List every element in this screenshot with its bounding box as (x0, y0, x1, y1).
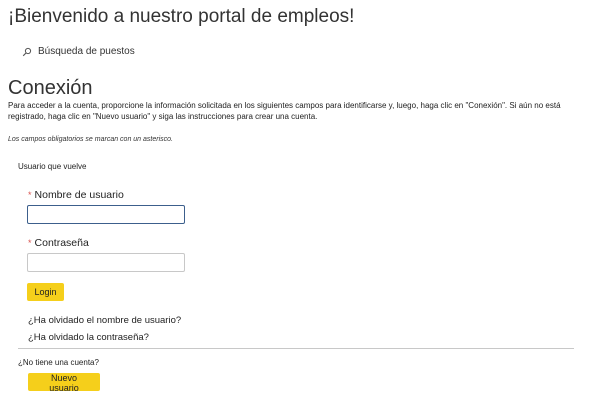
section-divider (18, 348, 574, 349)
required-asterisk: * (28, 190, 32, 200)
password-input[interactable] (27, 253, 185, 272)
login-button[interactable]: Login (27, 283, 64, 301)
username-label: * Nombre de usuario (28, 189, 124, 201)
new-user-button[interactable]: Nuevo usuario (28, 373, 100, 393)
job-search-label: Búsqueda de puestos (38, 46, 135, 57)
password-label-text: Contraseña (34, 237, 89, 249)
username-input[interactable] (27, 205, 185, 224)
returning-user-heading: Usuario que vuelve (18, 162, 87, 171)
no-account-prompt: ¿No tiene una cuenta? (18, 358, 99, 367)
forgot-password-link[interactable]: ¿Ha olvidado la contraseña? (28, 332, 149, 343)
job-portal-login-page: ¡Bienvenido a nuestro portal de empleos!… (0, 0, 600, 400)
required-asterisk: * (28, 238, 32, 248)
search-icon (22, 47, 32, 57)
required-fields-note: Los campos obligatorios se marcan con un… (8, 136, 173, 143)
login-section-title: Conexión (8, 77, 93, 99)
login-instructions: Para acceder a la cuenta, proporcione la… (8, 101, 561, 121)
job-search-link[interactable]: Búsqueda de puestos (22, 46, 135, 57)
forgot-username-link[interactable]: ¿Ha olvidado el nombre de usuario? (28, 315, 181, 326)
username-label-text: Nombre de usuario (34, 189, 124, 201)
password-label: * Contraseña (28, 237, 89, 249)
page-welcome-title: ¡Bienvenido a nuestro portal de empleos! (8, 6, 355, 27)
